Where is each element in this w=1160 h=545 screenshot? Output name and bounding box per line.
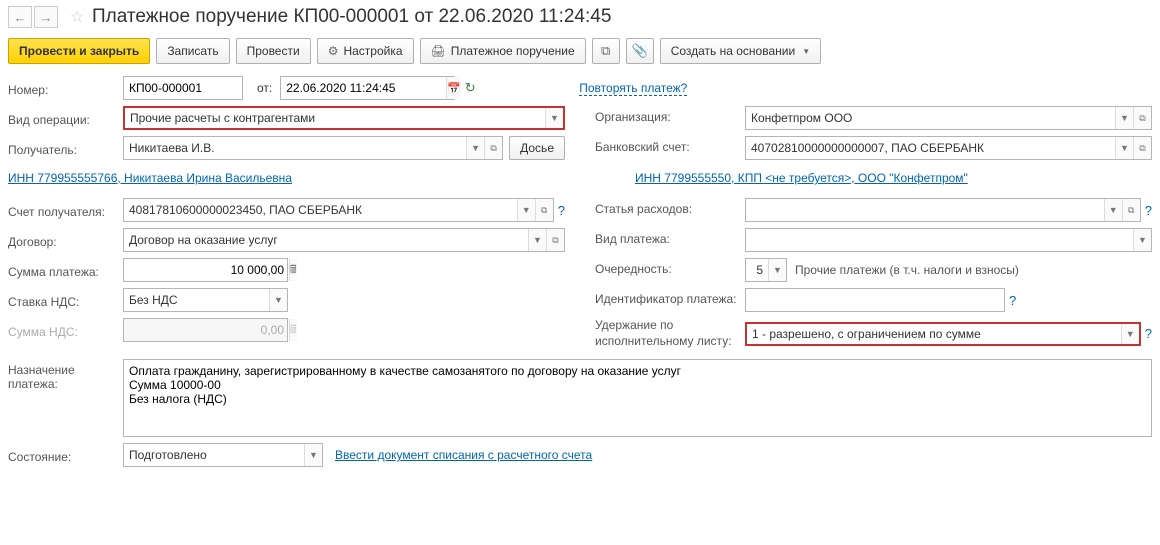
priority-select[interactable]: 5 ▼ (745, 258, 787, 282)
chevron-down-icon[interactable]: ▼ (517, 199, 535, 221)
bank-account-select[interactable]: 40702810000000000007, ПАО СБЕРБАНК ▼ ⧉ (745, 136, 1152, 160)
operation-type-label: Вид операции: (8, 110, 123, 127)
chevron-down-icon[interactable]: ▼ (466, 137, 484, 159)
dossier-button[interactable]: Досье (509, 136, 565, 160)
vat-sum-input: 🖩 (123, 318, 288, 342)
settings-button[interactable]: ⚙Настройка (317, 38, 414, 64)
open-icon[interactable]: ⧉ (1122, 199, 1140, 221)
purpose-textarea[interactable] (123, 359, 1152, 437)
recipient-account-select[interactable]: 40817810600000023450, ПАО СБЕРБАНК ▼ ⧉ (123, 198, 554, 222)
number-label: Номер: (8, 80, 123, 97)
sum-label: Сумма платежа: (8, 262, 123, 279)
chevron-down-icon[interactable]: ▼ (1121, 324, 1139, 344)
help-icon[interactable]: ? (558, 203, 565, 218)
payment-type-select[interactable]: ▼ (745, 228, 1152, 252)
sum-input[interactable]: 🖩 (123, 258, 288, 282)
help-icon[interactable]: ? (1009, 293, 1016, 308)
chevron-down-icon: ▼ (802, 47, 810, 56)
print-button[interactable]: 🖨Платежное поручение (420, 38, 586, 64)
open-icon[interactable]: ⧉ (1133, 137, 1151, 159)
state-label: Состояние: (8, 447, 123, 464)
create-based-button[interactable]: Создать на основании▼ (660, 38, 821, 64)
refresh-icon[interactable]: ↻ (461, 79, 479, 97)
chevron-down-icon[interactable]: ▼ (768, 259, 786, 281)
priority-label: Очередность: (595, 262, 745, 278)
priority-text: Прочие платежи (в т.ч. налоги и взносы) (795, 263, 1019, 277)
identifier-input[interactable] (745, 288, 1005, 312)
recipient-inn-link[interactable]: ИНН 779955555766, Никитаева Ирина Василь… (8, 171, 292, 185)
expense-item-label: Статья расходов: (595, 202, 745, 218)
help-icon[interactable]: ? (1145, 326, 1152, 341)
forward-button[interactable]: → (34, 6, 58, 28)
identifier-label: Идентификатор платежа: (595, 292, 745, 308)
operation-type-select[interactable]: Прочие расчеты с контрагентами ▼ (123, 106, 565, 130)
help-icon[interactable]: ? (1145, 203, 1152, 218)
gear-icon: ⚙ (328, 44, 339, 58)
attach-button[interactable]: 📎 (626, 38, 654, 64)
paperclip-icon: 📎 (632, 43, 648, 59)
recipient-account-label: Счет получателя: (8, 202, 123, 219)
org-inn-link[interactable]: ИНН 7799555550, КПП <не требуется>, ООО … (635, 171, 968, 185)
vat-rate-select[interactable]: Без НДС ▼ (123, 288, 288, 312)
post-button[interactable]: Провести (236, 38, 311, 64)
open-icon[interactable]: ⧉ (1133, 107, 1151, 129)
from-label: от: (257, 81, 272, 95)
star-icon[interactable]: ☆ (66, 6, 88, 28)
chevron-down-icon[interactable]: ▼ (528, 229, 546, 251)
enter-writeoff-link[interactable]: Ввести документ списания с расчетного сч… (335, 448, 592, 462)
date-input[interactable]: 📅 (280, 76, 455, 100)
purpose-label: Назначение платежа: (8, 359, 123, 391)
open-icon[interactable]: ⧉ (546, 229, 564, 251)
structure-button[interactable]: ⧉ (592, 38, 620, 64)
vat-rate-label: Ставка НДС: (8, 292, 123, 309)
calculator-icon: 🖩 (289, 319, 297, 341)
expense-item-select[interactable]: ▼ ⧉ (745, 198, 1141, 222)
chevron-down-icon[interactable]: ▼ (1115, 137, 1133, 159)
printer-icon: 🖨 (431, 44, 446, 58)
chevron-down-icon[interactable]: ▼ (1115, 107, 1133, 129)
bank-account-label: Банковский счет: (595, 140, 745, 156)
organization-select[interactable]: Конфетпром ООО ▼ ⧉ (745, 106, 1152, 130)
page-title: Платежное поручение КП00-000001 от 22.06… (92, 6, 611, 28)
chevron-down-icon[interactable]: ▼ (1133, 229, 1151, 251)
post-and-close-button[interactable]: Провести и закрыть (8, 38, 150, 64)
chevron-down-icon[interactable]: ▼ (304, 444, 322, 466)
hold-select[interactable]: 1 - разрешено, с ограничением по сумме ▼ (745, 322, 1141, 346)
recipient-select[interactable]: Никитаева И.В. ▼ ⧉ (123, 136, 503, 160)
state-select[interactable]: Подготовлено ▼ (123, 443, 323, 467)
contract-select[interactable]: Договор на оказание услуг ▼ ⧉ (123, 228, 565, 252)
chevron-down-icon[interactable]: ▼ (269, 289, 287, 311)
back-button[interactable]: ← (8, 6, 32, 28)
number-input[interactable] (123, 76, 243, 100)
payment-type-label: Вид платежа: (595, 232, 745, 248)
organization-label: Организация: (595, 110, 745, 126)
repeat-payment-link[interactable]: Повторять платеж? (579, 81, 687, 96)
recipient-label: Получатель: (8, 140, 123, 157)
open-icon[interactable]: ⧉ (484, 137, 502, 159)
open-icon[interactable]: ⧉ (535, 199, 553, 221)
calculator-icon[interactable]: 🖩 (289, 259, 297, 281)
write-button[interactable]: Записать (156, 38, 229, 64)
contract-label: Договор: (8, 232, 123, 249)
vat-sum-label: Сумма НДС: (8, 322, 123, 339)
structure-icon: ⧉ (601, 43, 610, 59)
hold-label: Удержание по исполнительному листу: (595, 318, 745, 349)
calendar-icon[interactable]: 📅 (446, 77, 461, 99)
chevron-down-icon[interactable]: ▼ (545, 108, 563, 128)
chevron-down-icon[interactable]: ▼ (1104, 199, 1122, 221)
